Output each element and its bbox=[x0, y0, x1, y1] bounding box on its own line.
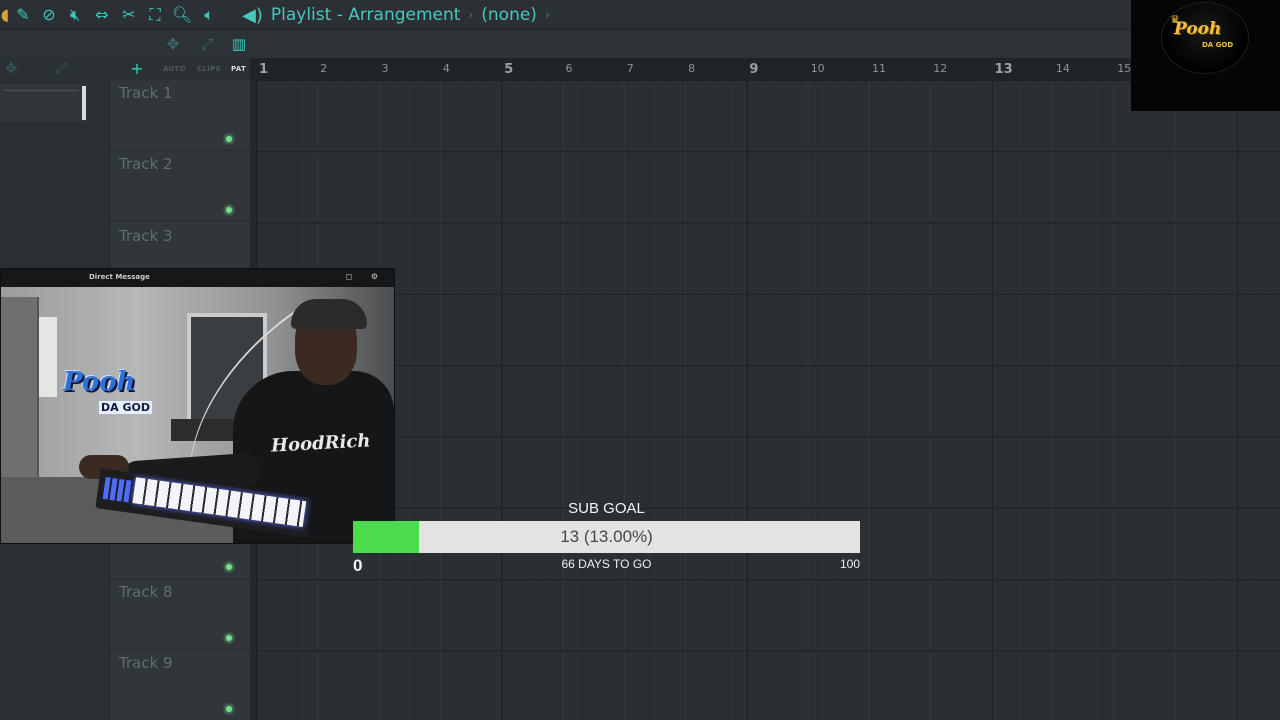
filter-auto[interactable]: AUTO bbox=[163, 65, 186, 73]
track-name: Track 8 bbox=[119, 583, 173, 602]
arrangement-grid[interactable] bbox=[256, 80, 1280, 720]
stretch-icon[interactable]: ⤢ bbox=[196, 34, 218, 54]
bar-number: 10 bbox=[810, 62, 825, 75]
track-header[interactable]: Track 2 bbox=[110, 151, 250, 223]
track-mute-led[interactable] bbox=[223, 632, 235, 645]
logo-sub-text: DA GOD bbox=[1202, 41, 1234, 49]
playlist-subbar: ✥ ⤢ ▥ ‹ bbox=[0, 30, 1280, 82]
sub-goal-bar: 13 (13.00%) bbox=[353, 521, 860, 553]
sub-goal-max: 100 bbox=[839, 557, 860, 571]
logo-main-text: Pooh bbox=[1174, 19, 1222, 39]
sub-goal-progress: 13 (13.00%) bbox=[560, 527, 653, 546]
timeline-ruler[interactable]: 1 2 3 4 5 6 7 8 9 10 11 12 13 14 15 bbox=[250, 58, 1280, 80]
bar-number: 6 bbox=[565, 62, 573, 75]
bar-number: 12 bbox=[933, 62, 948, 75]
draw-icon[interactable]: ✎ bbox=[12, 4, 34, 26]
track-name: Track 2 bbox=[119, 155, 173, 174]
webcam-overlay: Direct Message ◻ ⚙ Pooh DA GOD HoodRich bbox=[0, 268, 395, 544]
track-mute-led[interactable] bbox=[223, 133, 235, 145]
webcam-title: Direct Message bbox=[89, 273, 150, 281]
select-icon[interactable]: ⛶ bbox=[144, 4, 166, 26]
bar-number: 9 bbox=[749, 62, 759, 77]
playlist-title: ◀︎) Playlist - Arrangement › (none) › bbox=[242, 4, 550, 26]
wall-logo-text: Pooh bbox=[63, 367, 136, 397]
bar-number: 3 bbox=[381, 62, 389, 75]
filter-clips[interactable]: CLIPS bbox=[197, 65, 221, 73]
bar-number: 1 bbox=[259, 62, 269, 77]
delete-icon[interactable]: ⊘ bbox=[38, 4, 60, 26]
track-header[interactable]: Track 9 bbox=[110, 650, 250, 720]
crosshair-icon[interactable]: ✥ bbox=[0, 58, 22, 78]
slip-icon[interactable]: ⇔ bbox=[91, 4, 113, 26]
mute-icon[interactable]: 🔇︎ bbox=[64, 4, 86, 26]
title-separator-end: › bbox=[544, 8, 550, 22]
sub-goal-days-left: 66 DAYS TO GO bbox=[561, 557, 652, 571]
track-mute-led[interactable] bbox=[223, 560, 235, 573]
picker-divider bbox=[4, 90, 78, 91]
filter-pat[interactable]: PAT bbox=[231, 65, 246, 73]
bar-number: 7 bbox=[626, 62, 634, 75]
pattern-selector[interactable]: (none) bbox=[481, 5, 537, 25]
add-track-button[interactable]: + bbox=[126, 58, 148, 78]
speaker-icon[interactable]: ◀︎) bbox=[242, 5, 263, 26]
magnet-icon[interactable]: ◖ bbox=[0, 4, 10, 26]
bar-number: 14 bbox=[1055, 62, 1070, 75]
window-title: Playlist - Arrangement bbox=[270, 5, 461, 25]
track-mute-led[interactable] bbox=[223, 204, 235, 217]
track-name: Track 1 bbox=[119, 84, 173, 102]
track-name: Track 9 bbox=[119, 654, 173, 673]
slice-icon[interactable]: ✂ bbox=[118, 4, 140, 26]
bar-number: 15 bbox=[1117, 62, 1132, 75]
playlist-toolbar: ◖ ✎ ⊘ 🔇︎ ⇔ ✂ ⛶ 🔍︎ 🔈︎ ◀︎) Playlist - Arra… bbox=[0, 0, 1280, 30]
wall-logo-sub: DA GOD bbox=[99, 401, 152, 414]
webcam-window-buttons[interactable]: ◻ ⚙ bbox=[346, 272, 386, 281]
track-header[interactable]: Track 8 bbox=[110, 579, 250, 651]
piano-keys-icon[interactable]: ▥ bbox=[228, 34, 250, 54]
playback-icon[interactable]: 🔈︎ bbox=[198, 4, 220, 26]
bar-number: 5 bbox=[504, 62, 514, 77]
track-header[interactable]: Track 1 bbox=[110, 80, 250, 151]
streamer-logo: ♛ Pooh DA GOD bbox=[1131, 0, 1280, 111]
track-name: Track 3 bbox=[119, 226, 173, 245]
logo-badge: ♛ Pooh DA GOD bbox=[1161, 2, 1249, 74]
track-mute-led[interactable] bbox=[223, 703, 235, 716]
sub-goal-title: SUB GOAL bbox=[568, 500, 645, 517]
bar-number: 11 bbox=[872, 62, 886, 75]
picker-scroll-thumb[interactable] bbox=[82, 86, 86, 120]
webcam-titlebar: Direct Message ◻ ⚙ bbox=[1, 269, 394, 287]
bar-number: 2 bbox=[320, 62, 328, 75]
move-icon[interactable]: ✥ bbox=[162, 34, 184, 54]
bar-number: 8 bbox=[688, 62, 696, 75]
webcam-feed: Pooh DA GOD HoodRich bbox=[1, 287, 394, 543]
track-tool-row: ✥ ⤢ + AUTO CLIPS PAT bbox=[0, 58, 250, 80]
bar-number: 13 bbox=[994, 62, 1013, 77]
stretch-tool-icon[interactable]: ⤢ bbox=[50, 58, 72, 78]
title-separator: › bbox=[468, 8, 474, 22]
zoom-icon[interactable]: 🔍︎ bbox=[171, 4, 193, 26]
bar-number: 4 bbox=[442, 62, 450, 75]
